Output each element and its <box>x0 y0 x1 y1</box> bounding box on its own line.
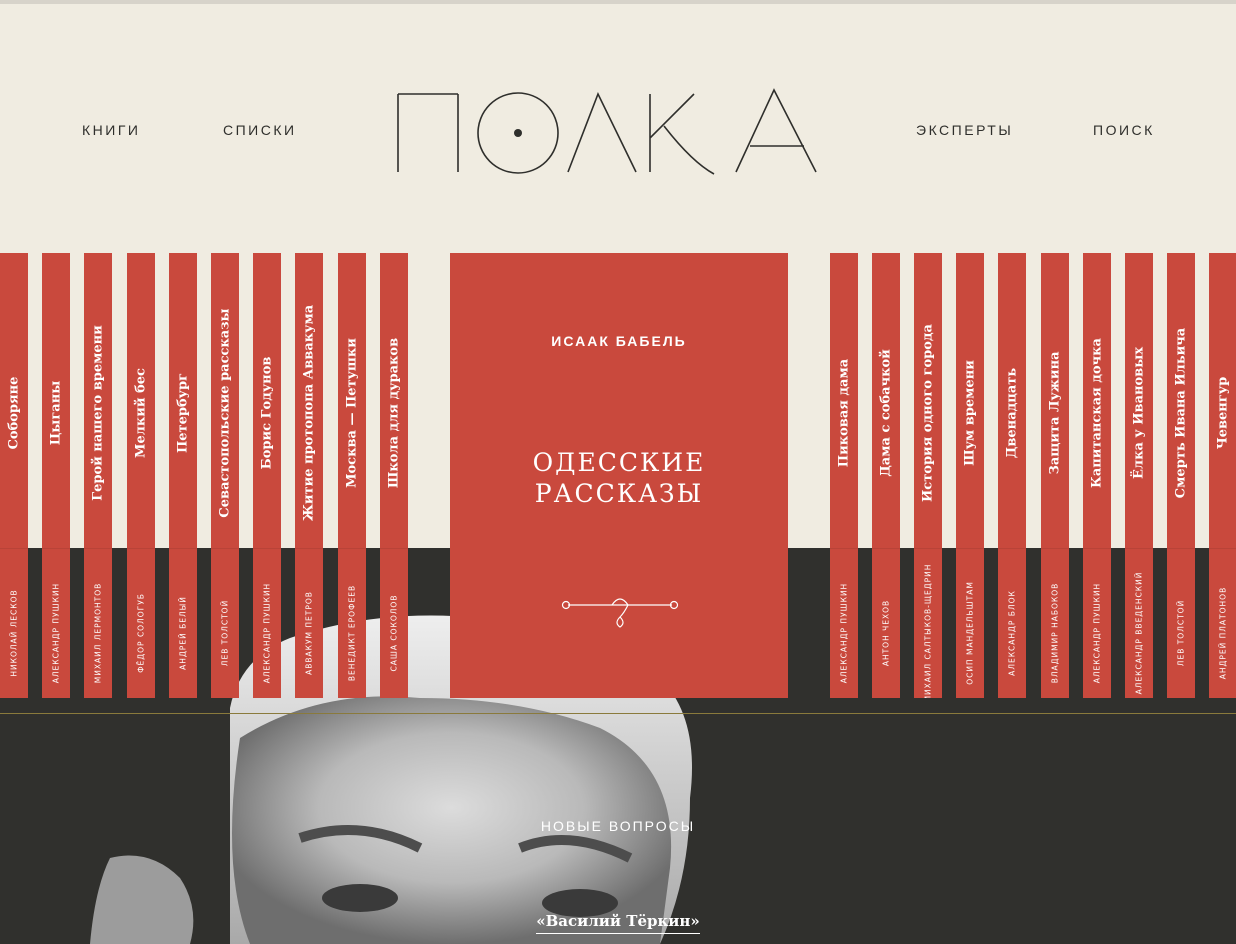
featured-title-line1: ОДЕССКИЕ <box>532 448 706 477</box>
book-spine[interactable]: Чевенгур АНДРЕЙ ПЛАТОНОВ <box>1208 253 1236 698</box>
book-spine-author: САША СОКОЛОВ <box>389 594 399 672</box>
book-spine-author: ОСИП МАНДЕЛЬШТАМ <box>965 581 975 685</box>
book-spine-title: Чевенгур <box>1215 376 1231 450</box>
book-spine[interactable]: Дама с собачкой АНТОН ЧЕХОВ <box>872 253 901 698</box>
spine-divider <box>253 548 282 549</box>
nav-lists-link[interactable]: СПИСКИ <box>223 122 297 138</box>
spine-divider <box>211 548 239 549</box>
question-link[interactable]: «Василий Тёркин» <box>536 912 700 934</box>
featured-book-author: ИСААК БАБЕЛЬ <box>551 333 687 349</box>
book-spine-title: Мелкий бес <box>133 368 149 458</box>
featured-book-title: ОДЕССКИЕ РАССКАЗЫ <box>450 447 788 509</box>
section-divider <box>0 713 1236 714</box>
book-spine-title: Шум времени <box>962 360 978 466</box>
book-spine-title: История одного города <box>920 324 936 502</box>
book-spine-author: АНДРЕЙ ПЛАТОНОВ <box>1218 586 1228 680</box>
book-spine-author: АНДРЕЙ БЕЛЫЙ <box>178 596 188 670</box>
spine-divider <box>1208 548 1236 549</box>
book-spine-title: Ёлка у Ивановых <box>1131 347 1147 479</box>
book-spine[interactable]: Борис Годунов АЛЕКСАНДР ПУШКИН <box>253 253 282 698</box>
spine-divider <box>295 548 324 549</box>
book-spine-author: ФЁДОР СОЛОГУБ <box>136 593 146 673</box>
ornament-icon <box>561 598 679 628</box>
book-spine[interactable]: Мелкий бес ФЁДОР СОЛОГУБ <box>126 253 155 698</box>
book-spine[interactable]: Ёлка у Ивановых АЛЕКСАНДР ВВЕДЕНСКИЙ <box>1124 253 1153 698</box>
book-spine[interactable]: Защита Лужина ВЛАДИМИР НАБОКОВ <box>1040 253 1069 698</box>
book-spine[interactable]: Шум времени ОСИП МАНДЕЛЬШТАМ <box>956 253 985 698</box>
book-spine-title: Севастопольские рассказы <box>217 308 233 518</box>
book-spine-author: АНТОН ЧЕХОВ <box>881 599 891 667</box>
book-spine-title: Двенадцать <box>1004 367 1020 459</box>
book-spine-author: ВЛАДИМИР НАБОКОВ <box>1050 582 1059 684</box>
spine-divider <box>379 548 408 549</box>
book-spine[interactable]: Смерть Ивана Ильича ЛЕВ ТОЛСТОЙ <box>1166 253 1195 698</box>
book-spine[interactable]: Капитанская дочка АЛЕКСАНДР ПУШКИН <box>1082 253 1111 698</box>
book-spine-author: АЛЕКСАНДР ПУШКИН <box>51 582 61 684</box>
book-spine[interactable]: Двенадцать АЛЕКСАНДР БЛОК <box>998 253 1027 698</box>
book-spine-author: АЛЕКСАНДР ПУШКИН <box>262 582 272 684</box>
nav-search-link[interactable]: ПОИСК <box>1093 122 1155 138</box>
book-spine-title: Борис Годунов <box>259 356 275 470</box>
book-spine-author: ВЕНЕДИКТ ЕРОФЕЕВ <box>347 584 357 682</box>
book-spine[interactable]: Герой нашего времени МИХАИЛ ЛЕРМОНТОВ <box>84 253 113 698</box>
book-spine[interactable]: Севастопольские рассказы ЛЕВ ТОЛСТОЙ <box>211 253 239 698</box>
book-spine-title: Школа для дураков <box>386 337 402 489</box>
book-spine-author: АЛЕКСАНДР БЛОК <box>1007 590 1017 676</box>
book-spine-title: Пиковая дама <box>836 358 852 468</box>
book-spine[interactable]: Житие протопопа Аввакума АВВАКУМ ПЕТРОВ <box>295 253 324 698</box>
book-spine[interactable]: Соборяне НИКОЛАЙ ЛЕСКОВ <box>0 253 28 698</box>
spine-divider <box>0 548 28 549</box>
spine-divider <box>1124 548 1153 549</box>
spine-divider <box>914 548 943 549</box>
polka-logo[interactable] <box>392 82 822 182</box>
book-spine-author: АЛЕКСАНДР ВВЕДЕНСКИЙ <box>1134 571 1144 695</box>
nav-books-link[interactable]: КНИГИ <box>82 122 140 138</box>
book-spine-author: АВВАКУМ ПЕТРОВ <box>304 591 314 675</box>
spine-divider <box>872 548 901 549</box>
book-spine-author: МИХАИЛ САЛТЫКОВ-ЩЕДРИН <box>923 563 933 698</box>
new-questions-label: НОВЫЕ ВОПРОСЫ <box>540 818 696 834</box>
question-link-wrapper: «Василий Тёркин» <box>0 912 1236 934</box>
featured-title-line2: РАССКАЗЫ <box>534 479 704 508</box>
book-spine-author: АЛЕКСАНДР ПУШКИН <box>839 582 849 684</box>
book-spine-title: Соборяне <box>6 376 22 450</box>
spine-divider <box>830 548 858 549</box>
spine-divider <box>337 548 366 549</box>
book-spine[interactable]: Москва — Петушки ВЕНЕДИКТ ЕРОФЕЕВ <box>337 253 366 698</box>
book-spine[interactable]: Петербург АНДРЕЙ БЕЛЫЙ <box>168 253 197 698</box>
nav-experts-link[interactable]: ЭКСПЕРТЫ <box>916 122 1013 138</box>
book-spine-title: Защита Лужина <box>1047 351 1062 475</box>
book-spine-title: Москва — Петушки <box>344 338 360 488</box>
spine-divider <box>1166 548 1195 549</box>
spine-divider <box>42 548 71 549</box>
book-spine[interactable]: Цыганы АЛЕКСАНДР ПУШКИН <box>42 253 71 698</box>
spine-divider <box>1040 548 1069 549</box>
book-spine-title: Цыганы <box>48 380 64 446</box>
spine-divider <box>126 548 155 549</box>
book-spine[interactable]: Пиковая дама АЛЕКСАНДР ПУШКИН <box>830 253 858 698</box>
book-spine-title: Смерть Ивана Ильича <box>1173 327 1189 499</box>
book-spine[interactable]: История одного города МИХАИЛ САЛТЫКОВ-ЩЕД… <box>914 253 943 698</box>
book-spine-author: МИХАИЛ ЛЕРМОНТОВ <box>93 582 103 684</box>
book-spine-title: Житие протопопа Аввакума <box>301 304 317 522</box>
book-spine-author: АЛЕКСАНДР ПУШКИН <box>1092 582 1102 684</box>
book-spine[interactable]: Школа для дураков САША СОКОЛОВ <box>379 253 408 698</box>
spine-divider <box>956 548 985 549</box>
spine-divider <box>998 548 1027 549</box>
book-spine-title: Петербург <box>175 372 191 454</box>
book-spine-title: Капитанская дочка <box>1089 338 1105 488</box>
book-spine-author: НИКОЛАЙ ЛЕСКОВ <box>9 589 19 677</box>
book-spine-title: Герой нашего времени <box>90 325 106 501</box>
spine-divider <box>1082 548 1111 549</box>
spine-divider <box>84 548 113 549</box>
book-spine-title: Дама с собачкой <box>878 349 894 477</box>
site-header: КНИГИ СПИСКИ ЭКСПЕРТЫ ПОИСК <box>0 4 1236 253</box>
book-spine-author: ЛЕВ ТОЛСТОЙ <box>220 599 230 667</box>
featured-book-cover[interactable]: ИСААК БАБЕЛЬ ОДЕССКИЕ РАССКАЗЫ <box>450 253 788 698</box>
book-spine-author: ЛЕВ ТОЛСТОЙ <box>1176 599 1186 667</box>
spine-divider <box>168 548 197 549</box>
